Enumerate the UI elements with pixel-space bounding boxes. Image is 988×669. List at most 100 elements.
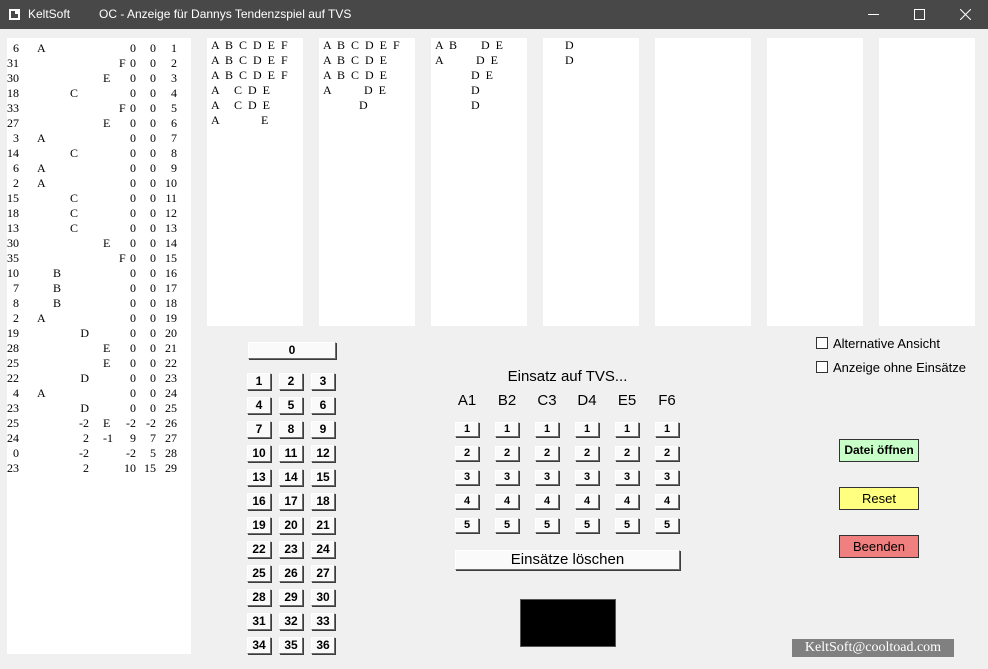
number-button[interactable]: 13: [247, 469, 271, 486]
history-cell: 18: [7, 206, 19, 220]
bet-amount-button[interactable]: 2: [575, 446, 599, 461]
bet-amount-button[interactable]: 3: [495, 470, 519, 485]
bet-amount-button[interactable]: 2: [655, 446, 679, 461]
number-button[interactable]: 8: [279, 421, 303, 438]
bet-amount-button[interactable]: 3: [615, 470, 639, 485]
bet-amount-button[interactable]: 1: [495, 422, 519, 437]
bet-amount-button[interactable]: 2: [455, 446, 479, 461]
number-button[interactable]: 23: [279, 541, 303, 558]
column-line: A E: [211, 113, 269, 127]
history-row: 4 A 0 0 24: [7, 386, 190, 401]
column-line: D: [323, 98, 368, 112]
number-button[interactable]: 27: [311, 565, 335, 582]
history-cell: A: [37, 161, 46, 175]
reset-button[interactable]: Reset: [839, 487, 919, 510]
bet-amount-button[interactable]: 4: [455, 494, 479, 509]
bet-amount-button[interactable]: 3: [535, 470, 559, 485]
history-cell: 0: [150, 131, 156, 145]
number-button[interactable]: 10: [247, 445, 271, 462]
history-cell: 8: [171, 146, 177, 160]
minimize-button[interactable]: [850, 0, 896, 29]
number-button[interactable]: 21: [311, 517, 335, 534]
quit-button[interactable]: Beenden: [839, 535, 919, 558]
number-button[interactable]: 1: [247, 373, 271, 390]
bet-amount-button[interactable]: 1: [655, 422, 679, 437]
bet-amount-button[interactable]: 2: [495, 446, 519, 461]
number-button[interactable]: 36: [311, 637, 335, 654]
bet-amount-button[interactable]: 1: [535, 422, 559, 437]
number-button[interactable]: 6: [311, 397, 335, 414]
open-file-button[interactable]: Datei öffnen: [839, 439, 919, 462]
bet-column-header: D4: [577, 392, 597, 409]
clear-bets-button[interactable]: Einsätze löschen: [455, 550, 680, 570]
bet-amount-button[interactable]: 4: [655, 494, 679, 509]
number-button[interactable]: 30: [311, 589, 335, 606]
bet-amount-button[interactable]: 1: [575, 422, 599, 437]
no-bets-checkbox[interactable]: [816, 361, 828, 373]
bet-column-header: E5: [617, 392, 637, 409]
bet-amount-button[interactable]: 3: [575, 470, 599, 485]
bet-amount-button[interactable]: 1: [455, 422, 479, 437]
number-button[interactable]: 26: [279, 565, 303, 582]
bet-amount-button[interactable]: 2: [535, 446, 559, 461]
history-cell: E: [103, 116, 111, 130]
bet-amount-button[interactable]: 5: [655, 518, 679, 533]
bet-amount-button[interactable]: 2: [615, 446, 639, 461]
number-button[interactable]: 12: [311, 445, 335, 462]
number-button[interactable]: 28: [247, 589, 271, 606]
number-button[interactable]: 25: [247, 565, 271, 582]
bet-amount-button[interactable]: 4: [495, 494, 519, 509]
number-button[interactable]: 5: [279, 397, 303, 414]
history-cell: 0: [150, 191, 156, 205]
bet-amount-button[interactable]: 4: [535, 494, 559, 509]
bet-amount-button[interactable]: 3: [655, 470, 679, 485]
number-button[interactable]: 3: [311, 373, 335, 390]
bet-amount-button[interactable]: 5: [455, 518, 479, 533]
number-button[interactable]: 7: [247, 421, 271, 438]
number-button[interactable]: 31: [247, 613, 271, 630]
bet-amount-button[interactable]: 4: [615, 494, 639, 509]
bet-amount-button[interactable]: 3: [455, 470, 479, 485]
bet-amount-button[interactable]: 5: [615, 518, 639, 533]
number-button[interactable]: 15: [311, 469, 335, 486]
number-button[interactable]: 4: [247, 397, 271, 414]
alternative-view-checkbox[interactable]: [816, 337, 828, 349]
number-button[interactable]: 14: [279, 469, 303, 486]
number-button[interactable]: 18: [311, 493, 335, 510]
history-cell: 21: [165, 341, 177, 355]
bet-amount-button[interactable]: 1: [615, 422, 639, 437]
number-button[interactable]: 19: [247, 517, 271, 534]
bet-column-header: F6: [658, 392, 676, 409]
bet-column-header: A1: [457, 392, 477, 409]
history-cell: 0: [150, 221, 156, 235]
history-cell: F: [119, 56, 126, 70]
number-button[interactable]: 34: [247, 637, 271, 654]
number-button[interactable]: 32: [279, 613, 303, 630]
number-button[interactable]: 17: [279, 493, 303, 510]
bet-amount-button[interactable]: 5: [535, 518, 559, 533]
number-button[interactable]: 16: [247, 493, 271, 510]
number-button[interactable]: 20: [279, 517, 303, 534]
number-button[interactable]: 33: [311, 613, 335, 630]
number-button[interactable]: 2: [279, 373, 303, 390]
app-name: KeltSoft: [28, 7, 71, 21]
close-button[interactable]: [942, 0, 988, 29]
history-cell: 14: [7, 146, 19, 160]
maximize-button[interactable]: [896, 0, 942, 29]
number-button[interactable]: 35: [279, 637, 303, 654]
number-button[interactable]: 29: [279, 589, 303, 606]
history-cell: 7: [13, 281, 19, 295]
history-cell: 27: [165, 431, 177, 445]
number-button[interactable]: 11: [279, 445, 303, 462]
history-cell: 0: [150, 296, 156, 310]
number-button-zero[interactable]: 0: [248, 342, 336, 359]
number-button[interactable]: 9: [311, 421, 335, 438]
bet-amount-button[interactable]: 5: [575, 518, 599, 533]
column-line: D: [547, 53, 574, 67]
number-button[interactable]: 24: [311, 541, 335, 558]
number-button[interactable]: 22: [247, 541, 271, 558]
bet-amount-button[interactable]: 4: [575, 494, 599, 509]
bet-amount-button[interactable]: 5: [495, 518, 519, 533]
no-bets-label: Anzeige ohne Einsätze: [833, 360, 966, 375]
history-cell: 28: [7, 341, 19, 355]
